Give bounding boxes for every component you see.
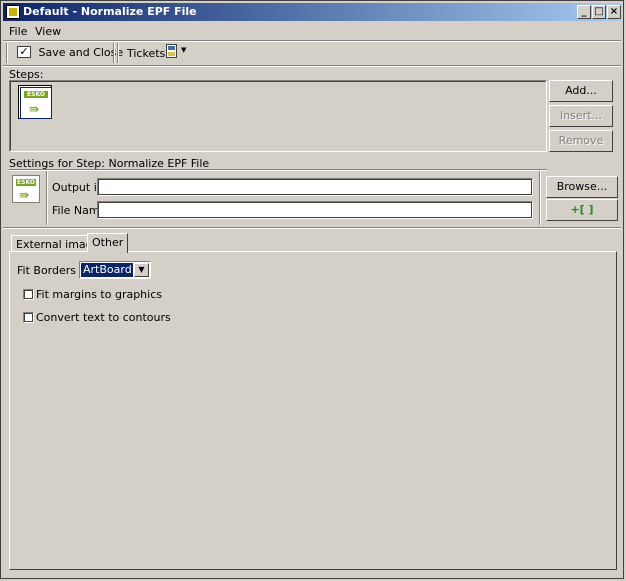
fit-borders-value: ArtBoard <box>81 263 133 277</box>
tabs-separator <box>3 227 621 229</box>
convert-text-checkbox[interactable] <box>23 312 34 323</box>
remove-step-button[interactable]: Remove <box>549 130 613 152</box>
esko-badge: ESKO <box>24 91 48 98</box>
insert-step-button[interactable]: Insert... <box>549 105 613 127</box>
toolbar-separator <box>113 43 115 63</box>
fit-margins-label[interactable]: Fit margins to graphics <box>36 288 162 301</box>
settings-step-icon: ESKO ⇛ <box>12 175 40 203</box>
tab-other[interactable]: Other <box>87 233 129 253</box>
output-field[interactable] <box>97 178 533 196</box>
settings-separator <box>9 169 547 171</box>
toolbar-grip <box>6 43 8 63</box>
check-icon: ✓ <box>17 46 31 58</box>
file-name-field[interactable] <box>97 201 533 219</box>
steps-list[interactable]: ESKO ⇛ <box>9 80 547 152</box>
chevron-down-icon[interactable]: ▼ <box>134 263 149 277</box>
menu-view[interactable]: View <box>35 25 61 38</box>
tickets-dropdown[interactable]: ▼ <box>166 44 188 60</box>
normalize-step-icon: ESKO ⇛ <box>20 87 52 119</box>
menu-separator <box>3 40 621 42</box>
maximize-button[interactable]: □ <box>592 5 606 19</box>
chevron-down-icon: ▼ <box>181 46 187 54</box>
toolbar-separator-2 <box>117 43 119 63</box>
step-item-normalize[interactable]: ESKO ⇛ <box>18 85 52 119</box>
add-step-button[interactable]: Add... <box>549 80 613 102</box>
save-and-close-button[interactable]: ✓ Save and Close <box>17 45 123 59</box>
app-window: Default - Normalize EPF File _ □ × File … <box>0 0 624 579</box>
tab-panel-other: Fit Borders to ArtBoard ▼ Fit margins to… <box>9 251 617 570</box>
browse-button[interactable]: Browse... <box>546 176 618 198</box>
settings-right-divider <box>539 171 541 225</box>
minimize-button[interactable]: _ <box>577 5 591 19</box>
window-title: Default - Normalize EPF File <box>23 5 197 18</box>
fit-borders-select[interactable]: ArtBoard ▼ <box>79 261 151 279</box>
arrow-icon: ⇛ <box>29 102 40 116</box>
convert-text-label[interactable]: Convert text to contours <box>36 311 171 324</box>
arrow-icon-small: ⇛ <box>19 188 30 202</box>
tickets-label: Tickets: <box>127 47 169 60</box>
fit-margins-checkbox[interactable] <box>23 289 34 300</box>
toolbar-bottom-separator <box>3 65 621 67</box>
title-bar[interactable]: Default - Normalize EPF File _ □ × <box>3 3 621 21</box>
esko-badge-small: ESKO <box>16 179 36 186</box>
add-variable-button[interactable]: +[ ] <box>546 199 618 221</box>
menu-file[interactable]: File <box>9 25 27 38</box>
ticket-icon <box>166 44 177 58</box>
settings-vertical-divider <box>46 171 48 225</box>
close-button[interactable]: × <box>607 5 621 19</box>
save-and-close-label: Save and Close <box>38 45 124 59</box>
app-icon <box>6 5 20 19</box>
